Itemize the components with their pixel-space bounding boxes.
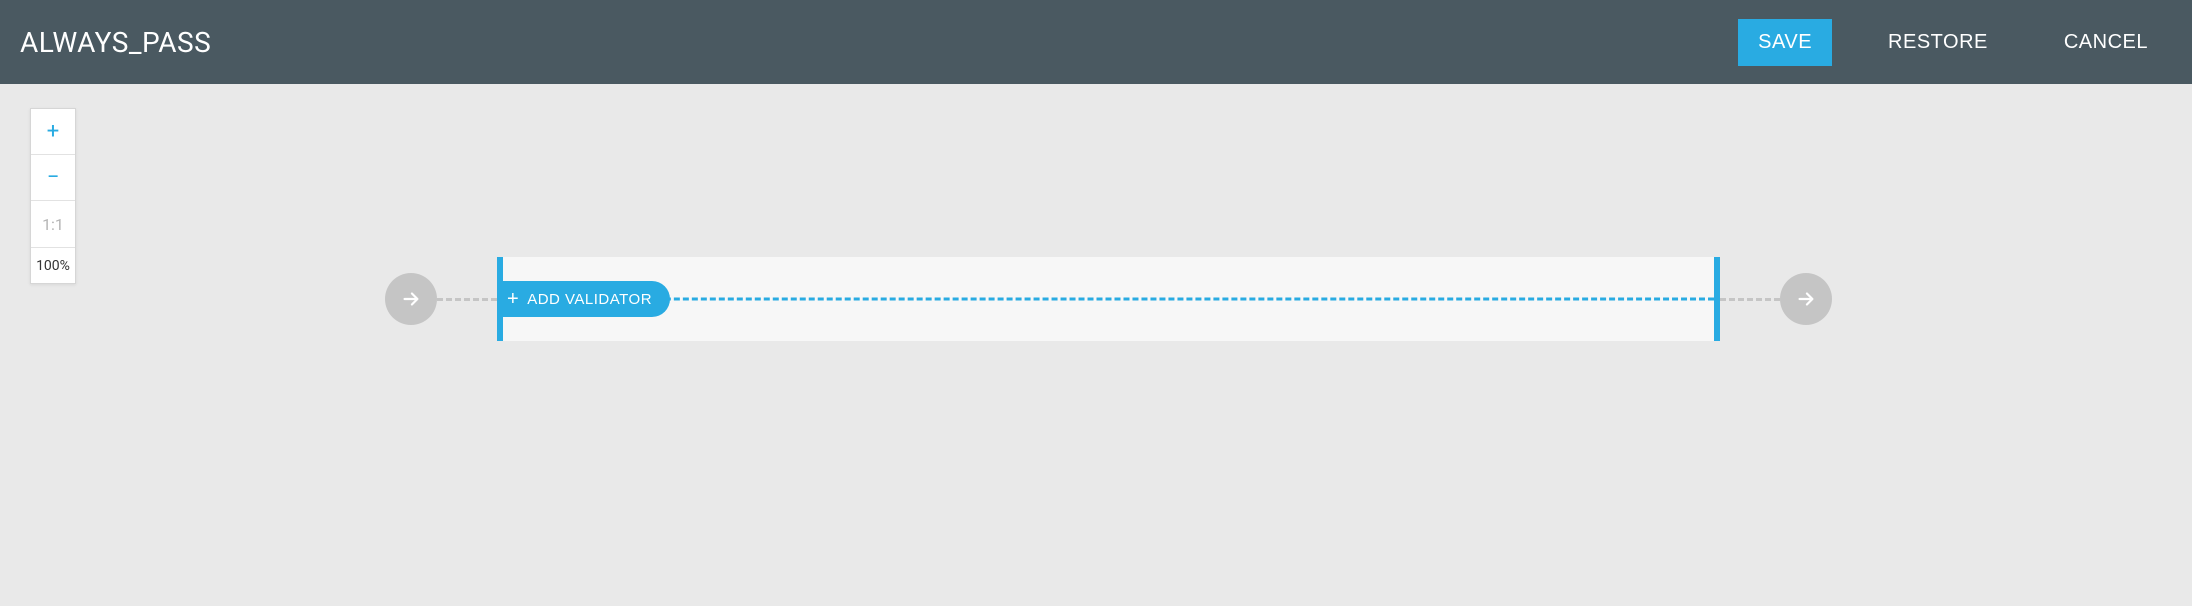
- editor-canvas: + − 1:1 100% + ADD VALIDATOR: [0, 84, 2192, 606]
- flow-start-node[interactable]: [385, 273, 437, 325]
- plus-icon: +: [47, 119, 59, 144]
- plus-icon: +: [507, 289, 519, 309]
- zoom-level-label: 100%: [31, 247, 75, 283]
- cancel-button[interactable]: CANCEL: [2044, 19, 2168, 66]
- ratio-label: 1:1: [42, 215, 64, 234]
- zoom-out-button[interactable]: −: [31, 155, 75, 201]
- flow-end-node[interactable]: [1780, 273, 1832, 325]
- restore-button[interactable]: RESTORE: [1868, 19, 2008, 66]
- zoom-reset-button[interactable]: 1:1: [31, 201, 75, 247]
- header-actions: SAVE RESTORE CANCEL: [1738, 19, 2168, 66]
- page-title: ALWAYS_PASS: [20, 26, 211, 59]
- add-validator-label: ADD VALIDATOR: [527, 291, 652, 308]
- minus-icon: −: [47, 165, 60, 190]
- arrow-right-icon: [400, 288, 422, 310]
- flow-diagram: + ADD VALIDATOR: [385, 254, 1832, 344]
- flow-connector: [437, 298, 497, 301]
- add-validator-button[interactable]: + ADD VALIDATOR: [497, 281, 670, 317]
- header-bar: ALWAYS_PASS SAVE RESTORE CANCEL: [0, 0, 2192, 84]
- validator-stage: + ADD VALIDATOR: [497, 257, 1720, 341]
- stage-dash-line: [503, 298, 1714, 301]
- arrow-right-icon: [1795, 288, 1817, 310]
- zoom-in-button[interactable]: +: [31, 109, 75, 155]
- save-button[interactable]: SAVE: [1738, 19, 1832, 66]
- zoom-control: + − 1:1 100%: [30, 108, 76, 284]
- flow-connector: [1720, 298, 1780, 301]
